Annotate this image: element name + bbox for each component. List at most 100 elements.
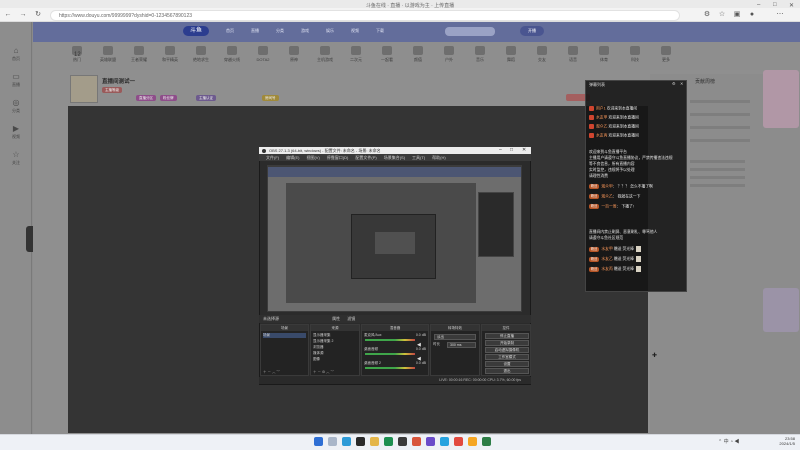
category-item[interactable]: 原神 bbox=[283, 46, 305, 63]
category-item[interactable]: 音乐 bbox=[469, 46, 491, 63]
virtual-camera-button[interactable]: 启动虚拟摄像机 bbox=[485, 347, 529, 353]
close-icon[interactable]: ✕ bbox=[789, 2, 794, 9]
file-explorer-icon[interactable] bbox=[370, 437, 379, 446]
app-icon[interactable] bbox=[454, 437, 463, 446]
menu-view[interactable]: 视图(V) bbox=[306, 155, 319, 160]
menu-file[interactable]: 文件(F) bbox=[266, 155, 279, 160]
nav-item[interactable]: 游戏 bbox=[301, 28, 309, 34]
category-item[interactable]: 二次元 bbox=[345, 46, 367, 63]
minimize-icon[interactable]: – bbox=[499, 147, 502, 153]
room-tag[interactable]: 房间号 bbox=[262, 95, 279, 101]
nav-item[interactable]: 下载 bbox=[376, 28, 384, 34]
category-item[interactable]: 一起看 bbox=[376, 46, 398, 63]
scene-toolbar[interactable]: ＋ － ︿ ﹀ bbox=[263, 370, 306, 375]
obs-taskbar-icon[interactable] bbox=[356, 437, 365, 446]
close-icon[interactable]: ✕ bbox=[522, 147, 526, 153]
site-logo[interactable]: 斗鱼 bbox=[183, 26, 209, 36]
app-icon[interactable] bbox=[440, 437, 449, 446]
address-bar[interactable]: https://www.douyu.com/9999999?dyshid=0-1… bbox=[50, 10, 680, 21]
room-tag[interactable]: 主播认证 bbox=[196, 95, 216, 101]
rail-item-category[interactable]: ◎ 分类 bbox=[6, 98, 26, 118]
source-item[interactable]: 媒体源 bbox=[313, 351, 357, 356]
app-icon[interactable] bbox=[482, 437, 491, 446]
source-item[interactable]: 浏览器 bbox=[313, 345, 357, 350]
category-item[interactable]: 颜值 bbox=[407, 46, 429, 63]
room-tag[interactable]: 主播等级 bbox=[102, 87, 122, 93]
nav-item[interactable]: 娱乐 bbox=[326, 28, 334, 34]
app-icon[interactable] bbox=[412, 437, 421, 446]
maximize-icon[interactable]: □ bbox=[510, 147, 513, 153]
category-item[interactable]: 绝地求生 bbox=[190, 46, 212, 63]
forward-icon[interactable]: → bbox=[19, 11, 27, 19]
site-search-input[interactable] bbox=[445, 27, 495, 36]
go-live-button[interactable]: 开播 bbox=[520, 26, 544, 36]
ad-banner[interactable] bbox=[763, 70, 799, 128]
search-icon[interactable] bbox=[328, 437, 337, 446]
more-icon[interactable]: ⋯ bbox=[776, 11, 784, 19]
category-item[interactable]: 英雄联盟 bbox=[97, 46, 119, 63]
menu-docks[interactable]: 停靠窗口(D) bbox=[327, 155, 349, 160]
nav-item[interactable]: 视频 bbox=[351, 28, 359, 34]
category-item[interactable]: 主机游戏 bbox=[314, 46, 336, 63]
menu-profile[interactable]: 配置文件(P) bbox=[355, 155, 376, 160]
favorites-icon[interactable]: ☆ bbox=[718, 11, 726, 19]
menu-edit[interactable]: 编辑(E) bbox=[286, 155, 299, 160]
transition-select[interactable]: 淡出 bbox=[434, 334, 476, 340]
category-item[interactable]: 语音 bbox=[562, 46, 584, 63]
browser-edge-icon[interactable] bbox=[342, 437, 351, 446]
app-icon[interactable] bbox=[398, 437, 407, 446]
stop-streaming-button[interactable]: 停止直播 bbox=[485, 333, 529, 339]
duration-input[interactable]: 300 ms bbox=[447, 342, 476, 348]
reload-icon[interactable]: ↻ bbox=[34, 11, 42, 19]
nav-item[interactable]: 直播 bbox=[251, 28, 259, 34]
category-item[interactable]: 科技 bbox=[624, 46, 646, 63]
rail-item-video[interactable]: ▶ 视频 bbox=[6, 124, 26, 144]
taskbar-clock[interactable]: 23:58 2024/1/5 bbox=[765, 436, 795, 446]
app-icon[interactable] bbox=[384, 437, 393, 446]
room-tag[interactable]: 直播分区 bbox=[136, 95, 156, 101]
studio-mode-button[interactable]: 工作室模式 bbox=[485, 354, 529, 360]
profile-icon[interactable]: ● bbox=[748, 11, 756, 19]
source-item[interactable]: 图像 bbox=[313, 357, 357, 362]
category-item[interactable]: 穿越火线 bbox=[221, 46, 243, 63]
back-icon[interactable]: ← bbox=[4, 11, 12, 19]
chat-settings-icon[interactable]: ⚙ bbox=[672, 81, 676, 86]
category-item[interactable]: 舞蹈 bbox=[500, 46, 522, 63]
maximize-icon[interactable]: □ bbox=[773, 2, 777, 8]
menu-tools[interactable]: 工具(T) bbox=[412, 155, 425, 160]
tray-icons[interactable]: ⌃ 中 ◔ ◀ bbox=[718, 438, 739, 445]
close-icon[interactable]: ✕ bbox=[680, 81, 683, 86]
rail-item-home[interactable]: ⌂ 首页 bbox=[6, 46, 26, 66]
source-item[interactable]: 显示器采集 bbox=[313, 333, 357, 338]
speaker-icon[interactable]: ◀ bbox=[417, 342, 421, 348]
category-item[interactable]: 王者荣耀 bbox=[128, 46, 150, 63]
scene-item[interactable]: 场景 bbox=[263, 333, 306, 338]
start-recording-button[interactable]: 开始录制 bbox=[485, 340, 529, 346]
nav-item[interactable]: 首页 bbox=[226, 28, 234, 34]
category-item[interactable]: 交友 bbox=[531, 46, 553, 63]
menu-scene-collection[interactable]: 场景集合(S) bbox=[384, 155, 405, 160]
category-item[interactable]: 和平精英 bbox=[159, 46, 181, 63]
category-item[interactable]: DOTA2 bbox=[252, 46, 274, 62]
minimize-icon[interactable]: – bbox=[757, 2, 760, 8]
category-item[interactable]: 体育 bbox=[593, 46, 615, 63]
nav-item[interactable]: 分类 bbox=[276, 28, 284, 34]
app-icon[interactable] bbox=[426, 437, 435, 446]
extensions-icon[interactable]: ⚙ bbox=[703, 11, 711, 19]
category-item[interactable]: 户外 bbox=[438, 46, 460, 63]
streamer-avatar[interactable] bbox=[70, 75, 98, 103]
properties-button[interactable]: 属性 bbox=[332, 316, 340, 321]
collections-icon[interactable]: ▣ bbox=[733, 11, 741, 19]
source-toolbar[interactable]: ＋ － ⚙ ︿ ﹀ bbox=[313, 370, 357, 375]
source-item[interactable]: 显示器采集 2 bbox=[313, 339, 357, 344]
ad-banner[interactable] bbox=[763, 288, 799, 332]
category-item[interactable]: 更多 bbox=[655, 46, 677, 63]
menu-help[interactable]: 帮助(H) bbox=[432, 155, 446, 160]
filters-button[interactable]: 滤镜 bbox=[347, 316, 355, 321]
app-icon[interactable] bbox=[468, 437, 477, 446]
start-icon[interactable] bbox=[314, 437, 323, 446]
room-tag[interactable]: 粉丝牌 bbox=[160, 95, 177, 101]
rail-item-live[interactable]: ▭ 直播 bbox=[6, 72, 26, 92]
settings-button[interactable]: 设置 bbox=[485, 361, 529, 367]
rail-item-follow[interactable]: ☆ 关注 bbox=[6, 150, 26, 170]
